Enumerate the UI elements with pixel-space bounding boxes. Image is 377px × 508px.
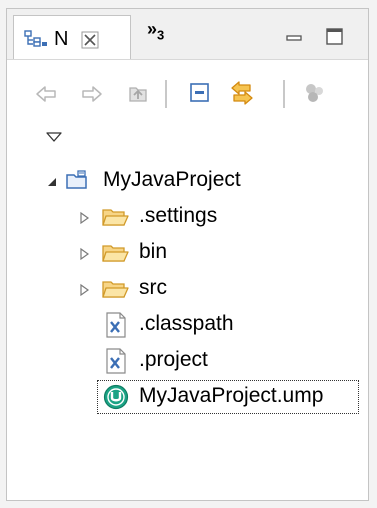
project-label: MyJavaProject — [103, 168, 241, 191]
tree-item-file-selected[interactable]: MyJavaProject.ump — [7, 380, 368, 414]
tree-item-file[interactable]: .project — [7, 344, 368, 378]
file-label: .project — [139, 348, 208, 371]
file-label: MyJavaProject.ump — [139, 384, 324, 407]
tree-item-folder[interactable]: src — [7, 272, 368, 306]
package-explorer-icon — [24, 30, 48, 53]
tree-item-file[interactable]: .classpath — [7, 308, 368, 342]
close-icon[interactable] — [80, 30, 100, 55]
package-explorer-panel: N »3 MyJavaProject .settings bin src .cl… — [6, 8, 369, 501]
package-explorer-window: N »3 MyJavaProject .settings bin src .cl… — [0, 0, 377, 508]
collapse-all-icon[interactable] — [189, 82, 211, 109]
maximize-icon[interactable] — [325, 27, 345, 52]
view-menu-icon[interactable] — [45, 130, 63, 148]
hidden-tab-count: 3 — [157, 27, 165, 43]
tree-item-project[interactable]: MyJavaProject — [7, 164, 368, 198]
toolbar-separator — [165, 80, 167, 108]
up-icon[interactable] — [127, 82, 149, 109]
folder-label: bin — [139, 240, 168, 263]
file-label: .classpath — [139, 312, 234, 335]
folder-icon — [101, 278, 129, 305]
view-toolbar — [7, 60, 368, 109]
xml-file-icon — [105, 348, 127, 379]
tree-item-folder[interactable]: .settings — [7, 200, 368, 234]
more-views-button[interactable]: »3 — [147, 19, 164, 43]
folder-icon — [101, 206, 129, 233]
minimize-icon[interactable] — [285, 31, 305, 49]
folder-icon — [101, 242, 129, 269]
view-tab-bar: N »3 — [7, 9, 368, 60]
java-project-icon — [65, 168, 91, 197]
tab-package-explorer[interactable]: N — [13, 15, 131, 59]
collapsed-triangle-icon[interactable] — [77, 211, 91, 225]
folder-label: src — [139, 276, 167, 299]
chevron-right-double-icon: » — [147, 19, 158, 39]
expanded-triangle-icon[interactable] — [45, 175, 59, 189]
collapsed-triangle-icon[interactable] — [77, 283, 91, 297]
collapsed-triangle-icon[interactable] — [77, 247, 91, 261]
toolbar-separator — [283, 80, 285, 108]
focus-icon[interactable] — [303, 82, 327, 109]
folder-label: .settings — [139, 204, 218, 227]
tree-item-folder[interactable]: bin — [7, 236, 368, 270]
view-menu-row — [7, 106, 368, 144]
xml-file-icon — [105, 312, 127, 343]
umple-file-icon — [103, 384, 129, 415]
tab-title: N — [54, 28, 69, 50]
